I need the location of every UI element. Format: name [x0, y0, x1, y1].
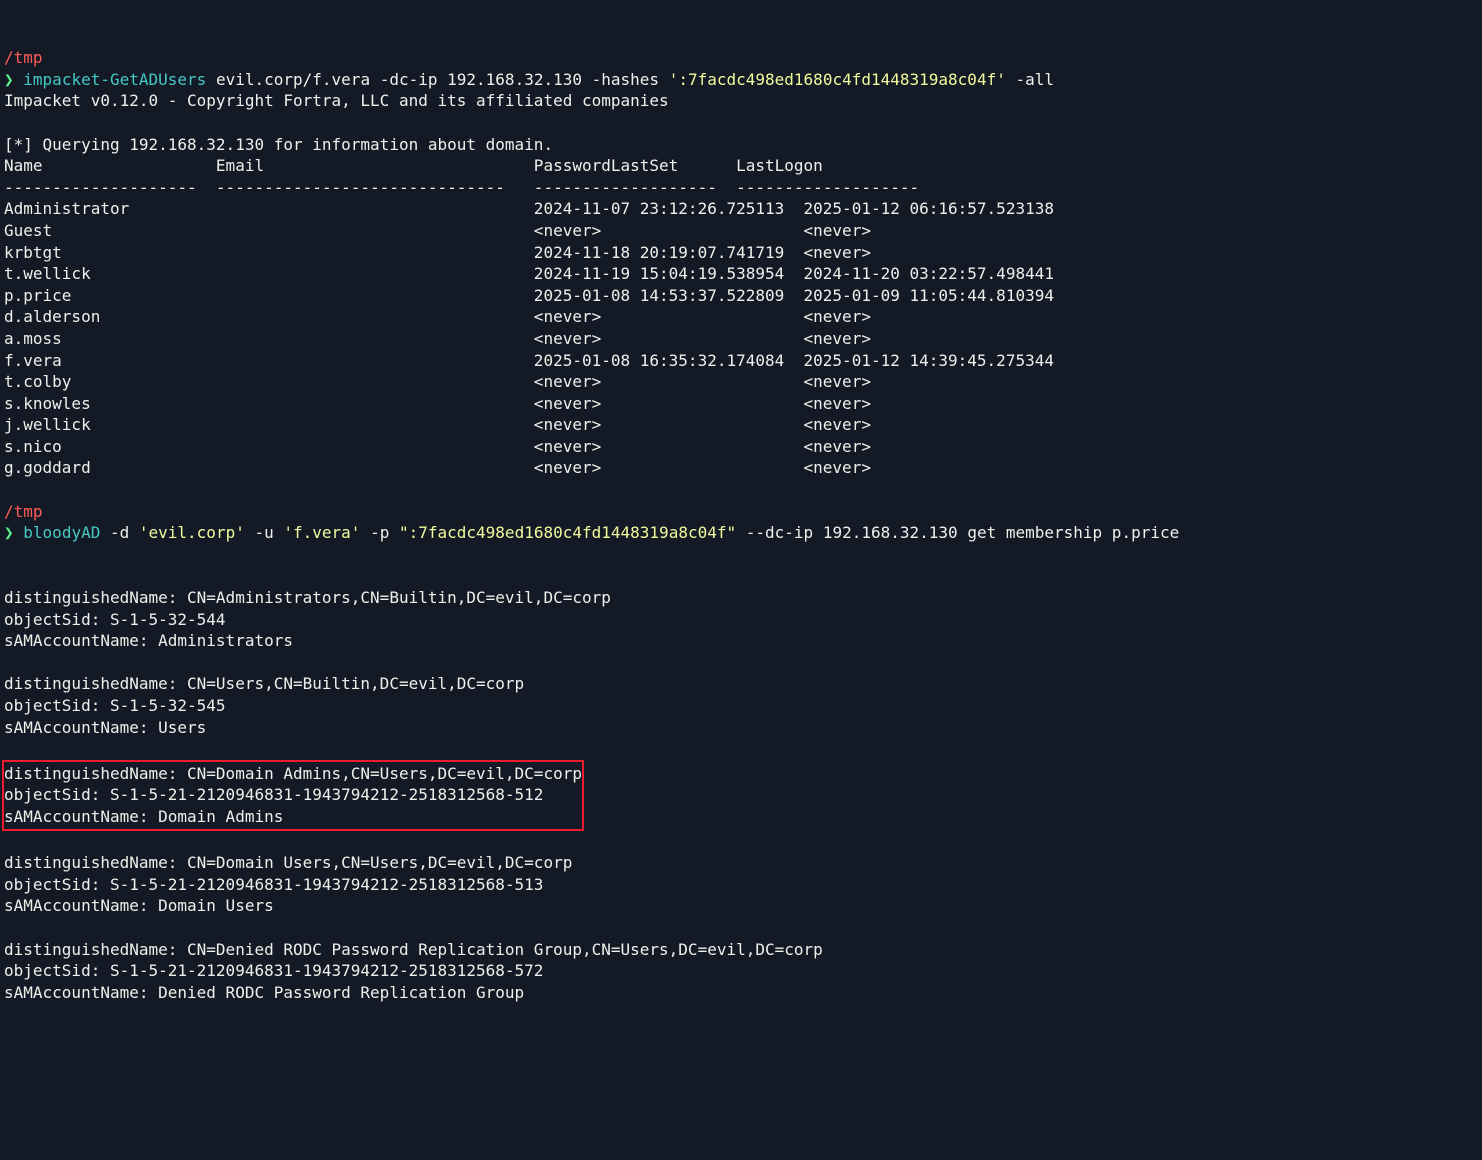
command-hash-arg: ':7facdc498ed1680c4fd1448319a8c04f' [669, 70, 1006, 89]
cmd-pass-arg: ":7facdc498ed1680c4fd1448319a8c04f" [399, 523, 736, 542]
terminal-output[interactable]: /tmp ❯ impacket-GetADUsers evil.corp/f.v… [4, 47, 1478, 1003]
command-name: impacket-GetADUsers [23, 70, 206, 89]
user-table-body: Administrator 2024-11-07 23:12:26.725113… [4, 199, 1054, 477]
table-header: Name Email PasswordLastSet LastLogon [4, 156, 823, 175]
query-status: [*] Querying 192.168.32.130 for informat… [4, 135, 553, 154]
group-entry-highlighted: distinguishedName: CN=Domain Admins,CN=U… [2, 760, 584, 831]
group-entry: distinguishedName: CN=Domain Users,CN=Us… [4, 853, 572, 915]
cmd-user-arg: 'f.vera' [283, 523, 360, 542]
cmd-domain-arg: 'evil.corp' [139, 523, 245, 542]
prompt-arrow: ❯ [4, 523, 14, 542]
cmd-args: -d [100, 523, 139, 542]
membership-output: distinguishedName: CN=Administrators,CN=… [4, 588, 823, 1002]
cmd-args: -p [360, 523, 399, 542]
cmd-args-tail: --dc-ip 192.168.32.130 get membership p.… [736, 523, 1179, 542]
command-args: evil.corp/f.vera -dc-ip 192.168.32.130 -… [206, 70, 668, 89]
cwd-path: /tmp [4, 48, 43, 67]
command-args-tail: -all [1006, 70, 1054, 89]
prompt-arrow: ❯ [4, 70, 14, 89]
cmd-args: -u [245, 523, 284, 542]
cwd-path: /tmp [4, 502, 43, 521]
impacket-banner: Impacket v0.12.0 - Copyright Fortra, LLC… [4, 91, 669, 110]
command-name: bloodyAD [23, 523, 100, 542]
group-entry: distinguishedName: CN=Administrators,CN=… [4, 588, 611, 650]
group-entry: distinguishedName: CN=Denied RODC Passwo… [4, 940, 823, 1002]
group-entry: distinguishedName: CN=Users,CN=Builtin,D… [4, 674, 524, 736]
table-separator: -------------------- -------------------… [4, 178, 919, 197]
